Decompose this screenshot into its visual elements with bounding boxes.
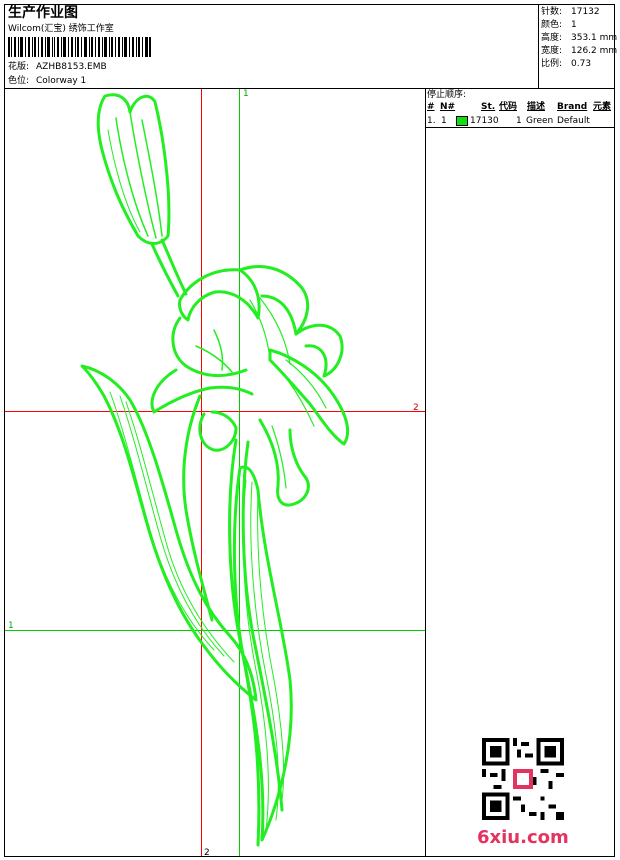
guide-label: 1 <box>8 621 14 631</box>
qr-code-icon <box>482 738 564 820</box>
watermark-logo: 6xiu.com <box>477 827 569 848</box>
guide-label: 1 <box>243 89 249 99</box>
guide-label: 2 <box>413 403 419 413</box>
lily-embroidery <box>80 93 350 847</box>
guide-label: 2 <box>204 848 210 858</box>
embroidery-canvas: 1 2 1 2 <box>5 89 425 858</box>
